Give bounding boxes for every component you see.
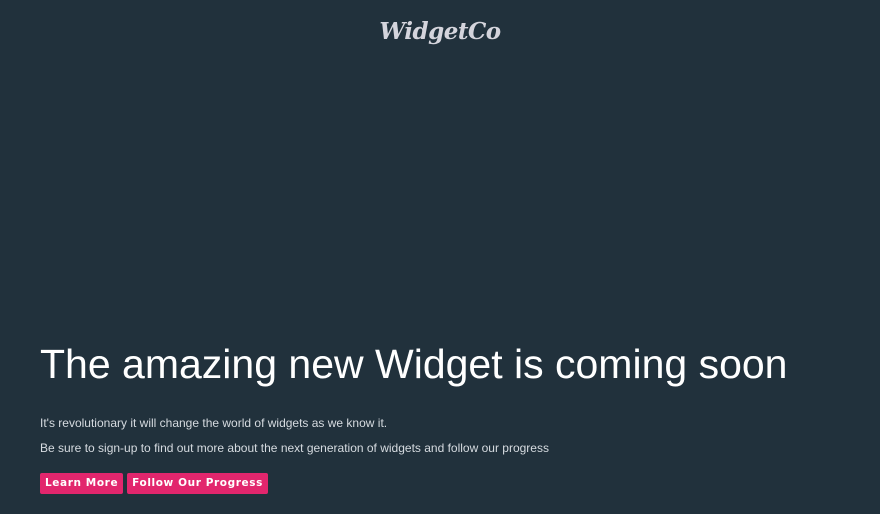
hero-headline: The amazing new Widget is coming soon — [40, 341, 788, 387]
hero-description-1: It's revolutionary it will change the wo… — [40, 416, 388, 430]
hero-buttons: Learn More Follow Our Progress — [40, 473, 860, 494]
learn-more-button[interactable]: Learn More — [40, 473, 124, 494]
site-logo[interactable]: WidgetCo — [0, 18, 880, 45]
follow-progress-button[interactable]: Follow Our Progress — [127, 473, 268, 494]
hero-description-2: Be sure to sign-up to find out more abou… — [40, 441, 549, 455]
page: WidgetCo The amazing new Widget is comin… — [0, 0, 880, 514]
hero-section: The amazing new Widget is coming soon It… — [40, 338, 860, 494]
